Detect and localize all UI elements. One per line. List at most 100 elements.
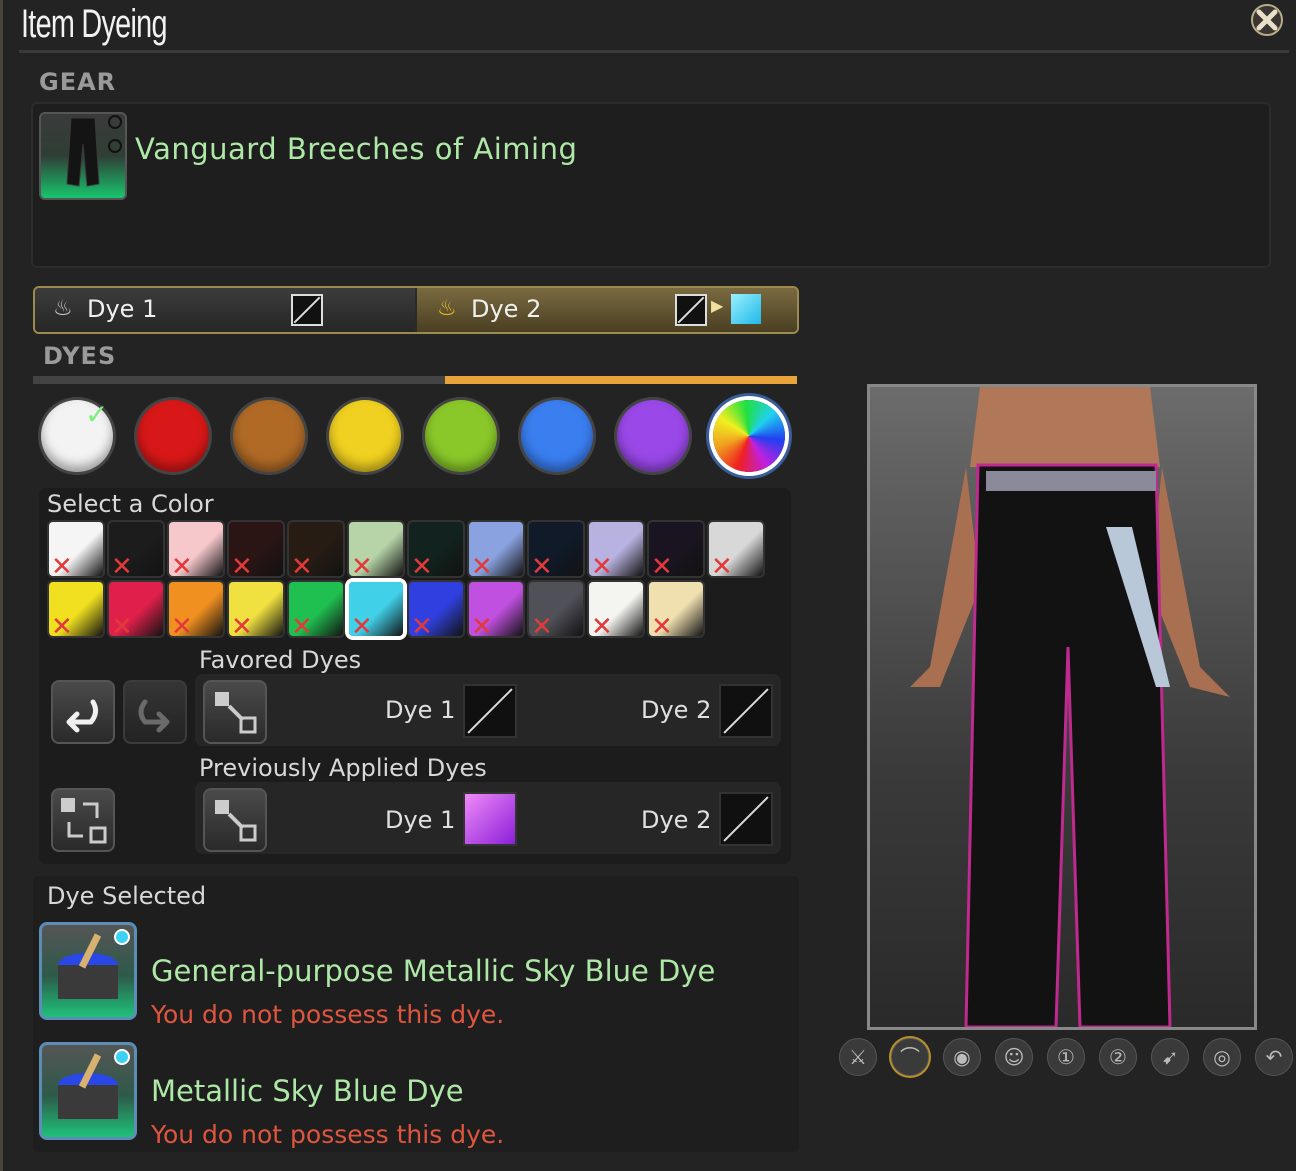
dye-swatch[interactable]: ✕ (229, 522, 283, 580)
redo-icon (138, 699, 170, 733)
dye-swatch[interactable]: ✕ (409, 522, 463, 580)
reset-icon[interactable]: ↶ (1255, 1038, 1293, 1076)
dye-swatch[interactable]: ✕ (649, 522, 703, 580)
unavailable-x-icon: ✕ (411, 552, 433, 582)
arrow-right-icon: ▶ (711, 296, 724, 315)
apply-dye-icon (215, 692, 257, 734)
dye-swatch[interactable]: ✕ (469, 582, 523, 640)
tab-dye-2-new-swatch (731, 294, 761, 324)
dye-item-icon[interactable] (39, 1042, 137, 1140)
unavailable-x-icon: ✕ (171, 552, 193, 582)
dye-swatch[interactable]: ✕ (49, 582, 103, 640)
tab-dye-2[interactable]: ♨ Dye 2 ▶ (417, 288, 797, 332)
weapon-icon[interactable]: ⚔ (839, 1038, 877, 1076)
dye-swatch[interactable]: ✕ (109, 522, 163, 580)
dye-swatch[interactable]: ✕ (349, 582, 403, 640)
dye-swatch[interactable]: ✕ (289, 522, 343, 580)
category-blue[interactable] (521, 400, 593, 472)
unavailable-x-icon: ✕ (291, 612, 313, 642)
dye-1-icon[interactable]: ① (1047, 1038, 1085, 1076)
checkmark-icon: ✓ (85, 398, 109, 431)
unavailable-x-icon: ✕ (651, 612, 673, 642)
gear-item-name: Vanguard Breeches of Aiming (135, 132, 578, 166)
dye-swatch[interactable]: ✕ (529, 582, 583, 640)
dye-item-status: You do not possess this dye. (151, 1000, 505, 1029)
dye-item-name: General-purpose Metallic Sky Blue Dye (151, 954, 716, 988)
dye-swatch[interactable]: ✕ (49, 522, 103, 580)
favored-dye-1-label: Dye 1 (385, 696, 456, 724)
category-special[interactable] (713, 400, 785, 472)
dye-progress-bar (33, 376, 797, 384)
item-dyeing-window: Item Dyeing GEAR Vanguard Breeches of Ai… (0, 0, 1296, 1171)
dye-swatch[interactable]: ✕ (649, 582, 703, 640)
dye-swatch[interactable]: ✕ (109, 582, 163, 640)
favored-dye-2-swatch[interactable] (719, 684, 773, 738)
unavailable-x-icon: ✕ (591, 552, 613, 582)
unavailable-x-icon: ✕ (471, 552, 493, 582)
dye-swatch[interactable]: ✕ (589, 522, 643, 580)
close-icon[interactable] (1247, 0, 1287, 40)
unavailable-x-icon: ✕ (51, 552, 73, 582)
tab-dye-1-label: Dye 1 (87, 295, 158, 323)
pose-icon[interactable]: ➹ (1151, 1038, 1189, 1076)
category-green[interactable] (425, 400, 497, 472)
title-bar: Item Dyeing (3, 0, 1296, 53)
swap-icon (61, 798, 107, 844)
category-purple[interactable] (617, 400, 689, 472)
dye-swatch[interactable]: ✕ (169, 582, 223, 640)
dye-progress-fill (445, 376, 797, 384)
dye-tabs: ♨ Dye 1 ♨ Dye 2 ▶ (33, 286, 799, 334)
redo-button[interactable] (123, 680, 187, 744)
unavailable-x-icon: ✕ (651, 552, 673, 582)
dye-selected-label: Dye Selected (47, 882, 207, 910)
dye-2-icon[interactable]: ② (1099, 1038, 1137, 1076)
dye-swatch[interactable]: ✕ (289, 582, 343, 640)
visor-icon[interactable]: ◉ (943, 1038, 981, 1076)
dye-swatch[interactable]: ✕ (229, 582, 283, 640)
undo-icon (66, 699, 99, 733)
previous-dyes-row: Dye 1 Dye 2 (195, 782, 781, 854)
swap-dyes-button[interactable] (51, 788, 115, 852)
figure-icon[interactable]: ☺ (995, 1038, 1033, 1076)
tab-dye-1[interactable]: ♨ Dye 1 (35, 288, 415, 332)
category-red[interactable] (137, 400, 209, 472)
headgear-icon[interactable]: ⌒ (891, 1038, 929, 1076)
previous-dye-2-swatch[interactable] (719, 792, 773, 846)
category-brown[interactable] (233, 400, 305, 472)
dye-swatch[interactable]: ✕ (469, 522, 523, 580)
dye-swatch[interactable]: ✕ (589, 582, 643, 640)
dye-swatch[interactable]: ✕ (349, 522, 403, 580)
apply-previous-button[interactable] (203, 788, 267, 852)
dyes-section-label: DYES (43, 342, 117, 370)
character-model-image (910, 387, 1230, 1027)
favored-dyes-label: Favored Dyes (199, 646, 362, 674)
unavailable-x-icon: ✕ (231, 552, 253, 582)
status-dot (114, 929, 130, 945)
previous-dye-1-swatch[interactable] (463, 792, 517, 846)
favored-dye-1-swatch[interactable] (463, 684, 517, 738)
character-preview[interactable] (867, 384, 1257, 1030)
gear-item-icon[interactable] (39, 112, 127, 200)
apply-favored-button[interactable] (203, 680, 267, 744)
dye-swatch[interactable]: ✕ (529, 522, 583, 580)
unavailable-x-icon: ✕ (111, 612, 133, 642)
dye-item-status: You do not possess this dye. (151, 1120, 505, 1149)
gear-panel (31, 102, 1271, 268)
gear-section-label: GEAR (39, 68, 117, 96)
unavailable-x-icon: ✕ (531, 612, 553, 642)
window-title: Item Dyeing (21, 2, 167, 46)
unavailable-x-icon: ✕ (411, 612, 433, 642)
unavailable-x-icon: ✕ (531, 552, 553, 582)
status-dot (114, 1049, 130, 1065)
undo-button[interactable] (51, 680, 115, 744)
dye-item-icon[interactable] (39, 922, 137, 1020)
title-divider (19, 50, 1289, 53)
category-yellow[interactable] (329, 400, 401, 472)
favored-dye-2-label: Dye 2 (641, 696, 712, 724)
dye-swatch[interactable]: ✕ (709, 522, 763, 580)
dye-swatch[interactable]: ✕ (169, 522, 223, 580)
dye-swatch[interactable]: ✕ (409, 582, 463, 640)
unavailable-x-icon: ✕ (51, 612, 73, 642)
unavailable-x-icon: ✕ (591, 612, 613, 642)
eye-icon[interactable]: ◎ (1203, 1038, 1241, 1076)
